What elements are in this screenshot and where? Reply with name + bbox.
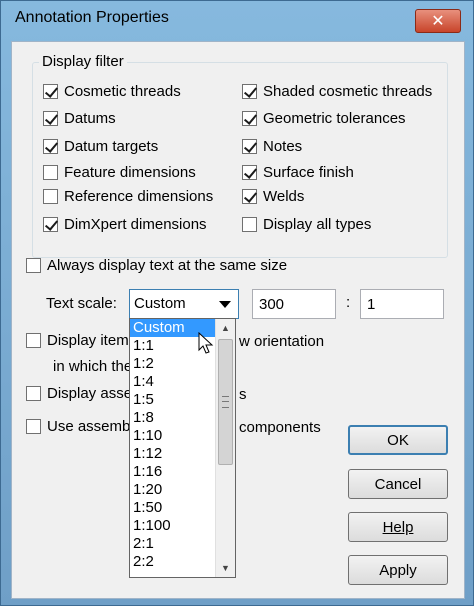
dropdown-option[interactable]: 1:10 (130, 427, 215, 445)
dropdown-option[interactable]: 1:12 (130, 445, 215, 463)
checkbox-label: DimXpert dimensions (64, 216, 207, 233)
dropdown-option[interactable]: 1:5 (130, 391, 215, 409)
checkbox-box[interactable] (242, 84, 257, 99)
text-scale-dropdown-list[interactable]: Custom 1:1 1:2 1:4 1:5 1:8 1:10 1:12 1:1… (129, 318, 236, 578)
checkbox-box[interactable] (43, 165, 58, 180)
checkbox-box[interactable] (242, 139, 257, 154)
dropdown-option[interactable]: 1:16 (130, 463, 215, 481)
checkbox-notes[interactable]: Notes (242, 138, 302, 155)
checkbox-label: Use assemb (47, 418, 131, 435)
checkbox-box[interactable] (26, 258, 41, 273)
checkbox-geometric-tolerances[interactable]: Geometric tolerances (242, 110, 406, 127)
checkbox-box[interactable] (43, 111, 58, 126)
checkbox-label-line2: in which the (53, 358, 133, 375)
checkbox-box[interactable] (26, 386, 41, 401)
checkbox-box[interactable] (242, 165, 257, 180)
dropdown-option[interactable]: 2:1 (130, 535, 215, 553)
checkbox-label: Reference dimensions (64, 188, 214, 205)
checkbox-dimxpert-dimensions[interactable]: DimXpert dimensions (43, 216, 207, 233)
chevron-down-icon[interactable] (219, 301, 231, 308)
checkbox-label: Display item (47, 332, 129, 349)
checkbox-assembly-components[interactable]: Use assemb (26, 418, 130, 435)
dropdown-option[interactable]: 1:50 (130, 499, 215, 517)
apply-button[interactable]: Apply (348, 555, 448, 585)
scroll-up-icon[interactable]: ▲ (216, 319, 235, 337)
display-filter-group: Display filter Cosmetic threads Datums D… (32, 53, 448, 258)
close-icon: ✕ (431, 13, 445, 30)
dropdown-option[interactable]: 1:100 (130, 517, 215, 535)
scrollbar-thumb[interactable] (218, 339, 233, 465)
checkbox-box[interactable] (242, 217, 257, 232)
checkbox-box[interactable] (26, 419, 41, 434)
checkbox-cosmetic-threads[interactable]: Cosmetic threads (43, 83, 181, 100)
dropdown-scrollbar[interactable]: ▲ ▼ (215, 319, 235, 577)
checkbox-feature-dimensions[interactable]: Feature dimensions (43, 164, 196, 181)
title-bar[interactable]: Annotation Properties ✕ (1, 1, 473, 37)
dropdown-option[interactable]: 1:20 (130, 481, 215, 499)
checkbox-label-tail: s (239, 386, 247, 403)
checkbox-view-orientation[interactable]: Display item (26, 332, 129, 349)
checkbox-label: Shaded cosmetic threads (263, 83, 433, 100)
checkbox-always-same-size[interactable]: Always display text at the same size (26, 257, 287, 274)
dropdown-option[interactable]: 1:2 (130, 355, 215, 373)
ok-label: OK (387, 431, 409, 449)
scale-separator: : (346, 294, 351, 311)
checkbox-label: Welds (263, 188, 305, 205)
ok-button[interactable]: OK (348, 425, 448, 455)
checkbox-box[interactable] (43, 189, 58, 204)
checkbox-box[interactable] (43, 84, 58, 99)
text-scale-combobox[interactable]: Custom (129, 289, 239, 319)
checkbox-surface-finish[interactable]: Surface finish (242, 164, 354, 181)
close-button[interactable]: ✕ (415, 9, 461, 33)
text-scale-selected: Custom (134, 295, 186, 312)
scale-numerator-input[interactable] (252, 289, 336, 319)
checkbox-box[interactable] (242, 111, 257, 126)
window-title: Annotation Properties (15, 9, 169, 26)
checkbox-label: Notes (263, 138, 303, 155)
scale-denominator-input[interactable] (360, 289, 444, 319)
display-filter-label: Display filter (39, 53, 127, 70)
checkbox-box[interactable] (26, 333, 41, 348)
checkbox-display-all-types[interactable]: Display all types (242, 216, 371, 233)
checkbox-welds[interactable]: Welds (242, 188, 304, 205)
checkbox-box[interactable] (43, 139, 58, 154)
checkbox-label: Cosmetic threads (64, 83, 181, 100)
checkbox-label: Geometric tolerances (263, 110, 406, 127)
dialog-window: Annotation Properties ✕ Display filter C… (0, 0, 474, 606)
checkbox-shaded-cosmetic-threads[interactable]: Shaded cosmetic threads (242, 83, 432, 100)
cancel-label: Cancel (374, 475, 422, 493)
checkbox-datum-targets[interactable]: Datum targets (43, 138, 158, 155)
checkbox-label: Display all types (263, 216, 372, 233)
dialog-client-area: Display filter Cosmetic threads Datums D… (11, 41, 465, 599)
cancel-button[interactable]: Cancel (348, 469, 448, 499)
checkbox-label-tail: components (239, 419, 321, 436)
checkbox-label: Surface finish (263, 164, 354, 181)
checkbox-label: Datums (64, 110, 116, 127)
dropdown-option[interactable]: 1:4 (130, 373, 215, 391)
mouse-pointer-icon (198, 332, 214, 354)
checkbox-label: Always display text at the same size (47, 257, 288, 274)
checkbox-label: Display asse (47, 385, 133, 402)
checkbox-label: Datum targets (64, 138, 159, 155)
scroll-down-icon[interactable]: ▼ (216, 559, 235, 577)
checkbox-assembly-scale[interactable]: Display asse (26, 385, 132, 402)
apply-label: Apply (379, 561, 417, 579)
checkbox-box[interactable] (242, 189, 257, 204)
help-label: Help (382, 518, 414, 536)
grip-icon (222, 396, 229, 408)
checkbox-box[interactable] (43, 217, 58, 232)
checkbox-label-tail: w orientation (239, 333, 325, 350)
text-scale-label: Text scale: (46, 295, 117, 312)
dropdown-option[interactable]: 2:2 (130, 553, 215, 571)
checkbox-datums[interactable]: Datums (43, 110, 116, 127)
checkbox-reference-dimensions[interactable]: Reference dimensions (43, 188, 213, 205)
dropdown-option[interactable]: 1:8 (130, 409, 215, 427)
help-button[interactable]: Help (348, 512, 448, 542)
checkbox-label: Feature dimensions (64, 164, 196, 181)
